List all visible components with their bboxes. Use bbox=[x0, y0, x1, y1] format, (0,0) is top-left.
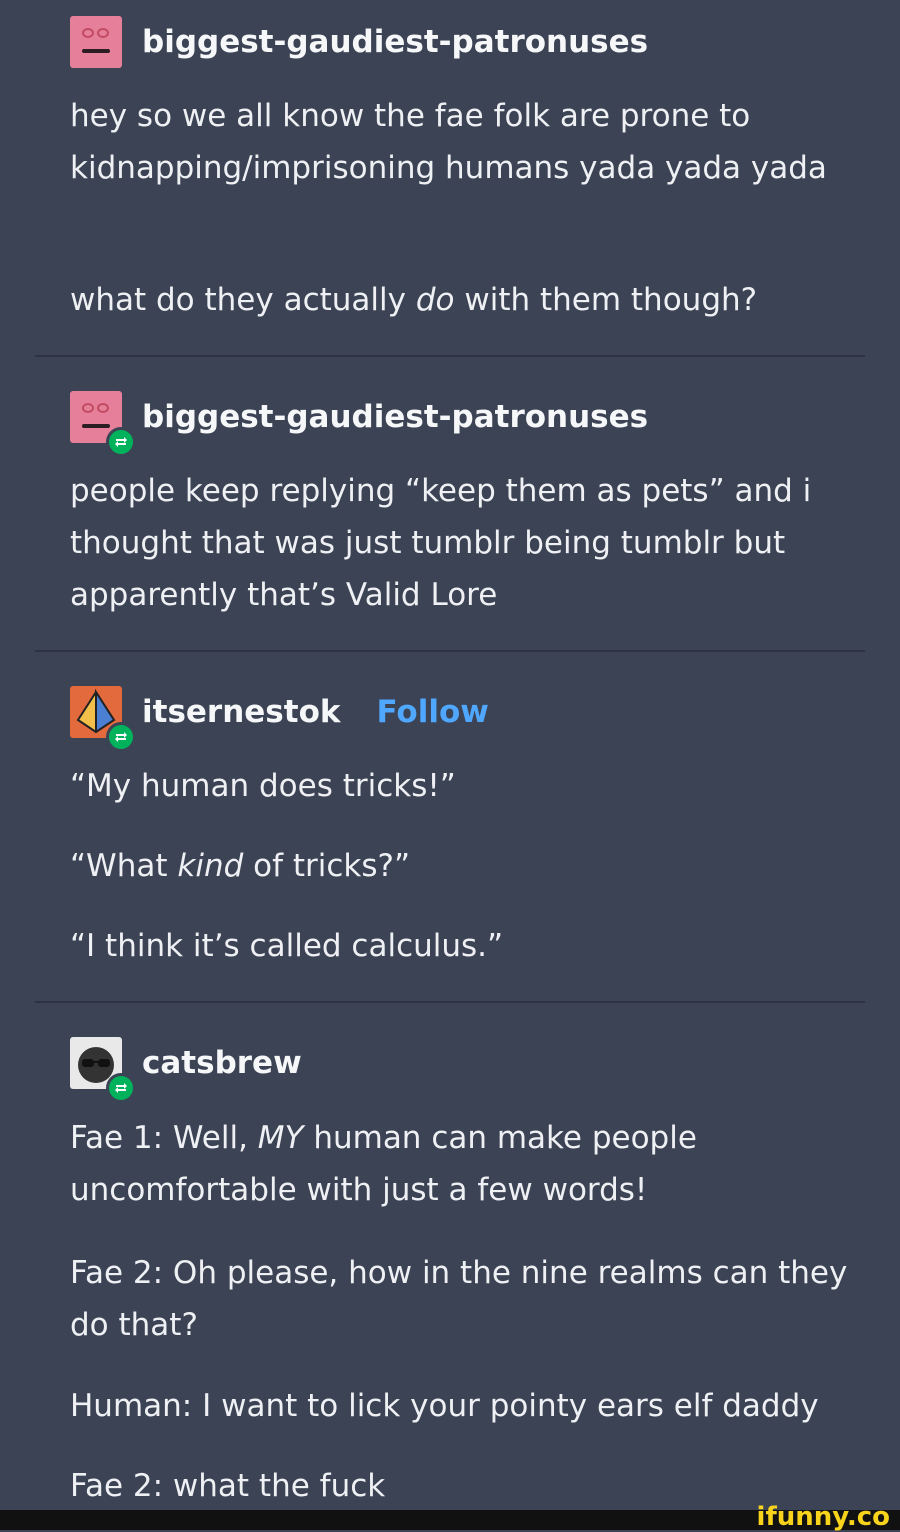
reblog-icon bbox=[106, 722, 136, 752]
post-1-header: biggest-gaudiest-patronuses bbox=[70, 14, 648, 70]
post-4-paragraph-1: Fae 1: Well, MY human can make people un… bbox=[70, 1120, 697, 1208]
post-3-header: itsernestok Follow bbox=[70, 684, 489, 752]
post-4-username[interactable]: catsbrew bbox=[142, 1045, 302, 1081]
reblog-icon bbox=[106, 1073, 136, 1103]
post-4-paragraph-2: Fae 2: Oh please, how in the nine realms… bbox=[70, 1255, 848, 1343]
divider bbox=[35, 650, 865, 652]
divider bbox=[35, 355, 865, 357]
follow-button[interactable]: Follow bbox=[377, 694, 489, 730]
post-4-paragraph-4: Fae 2: what the fuck bbox=[70, 1468, 386, 1504]
reblog-icon bbox=[106, 427, 136, 457]
ifunny-watermark: ifunny.co bbox=[756, 1502, 890, 1532]
post-3-paragraph-2: “What kind of tricks?” bbox=[70, 848, 411, 884]
post-2-header: biggest-gaudiest-patronuses bbox=[70, 389, 648, 457]
avatar[interactable] bbox=[70, 1037, 136, 1103]
post-2-paragraph-1: people keep replying “keep them as pets”… bbox=[70, 473, 812, 613]
post-1-paragraph-2: what do they actually do with them thoug… bbox=[70, 282, 758, 318]
post-3-username[interactable]: itsernestok bbox=[142, 694, 341, 730]
divider bbox=[35, 1001, 865, 1003]
post-1-username[interactable]: biggest-gaudiest-patronuses bbox=[142, 24, 648, 60]
post-4-paragraph-3: Human: I want to lick your pointy ears e… bbox=[70, 1388, 819, 1424]
avatar[interactable] bbox=[70, 686, 136, 752]
avatar[interactable] bbox=[70, 16, 122, 68]
post-3-paragraph-3: “I think it’s called calculus.” bbox=[70, 928, 504, 964]
post-3-paragraph-1: “My human does tricks!” bbox=[70, 768, 456, 804]
avatar[interactable] bbox=[70, 391, 136, 457]
post-4-header: catsbrew bbox=[70, 1035, 302, 1103]
post-1-paragraph-1: hey so we all know the fae folk are pron… bbox=[70, 98, 827, 186]
pink-face-avatar-icon bbox=[70, 16, 122, 68]
post-2-username[interactable]: biggest-gaudiest-patronuses bbox=[142, 399, 648, 435]
